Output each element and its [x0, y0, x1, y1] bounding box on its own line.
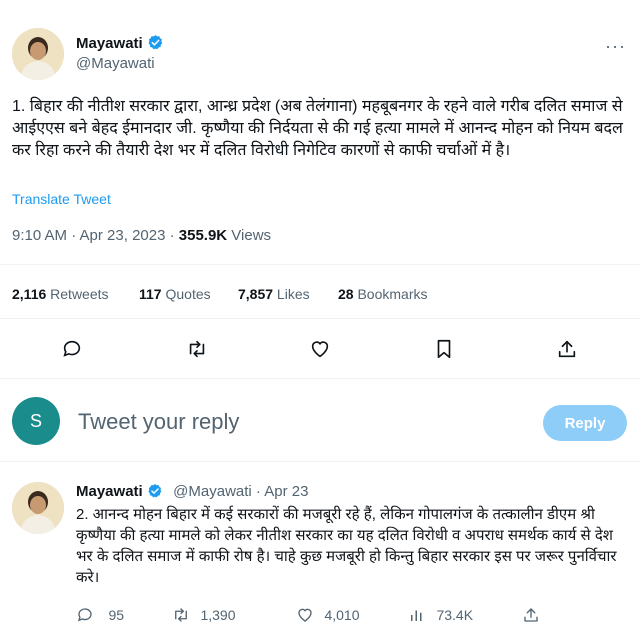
reply-likes-count: 4,010 [324, 607, 360, 623]
author-name[interactable]: Mayawati [76, 35, 143, 52]
reply-input[interactable]: Tweet your reply [78, 409, 239, 435]
author-avatar-image [12, 28, 64, 80]
reply-author-avatar-image [12, 482, 64, 534]
views-label: Views [227, 227, 272, 244]
reply-retweets-count: 1,390 [200, 607, 236, 623]
tweet-timestamp-row: 9:10 AM · Apr 23, 2023 · 355.9K Views [12, 227, 271, 244]
like-icon [298, 608, 312, 622]
retweets-stat[interactable]: 2,116 Retweets [12, 286, 109, 302]
reply-author-handle-date[interactable]: @Mayawati · Apr 23 [173, 483, 308, 500]
likes-label: Likes [273, 286, 310, 302]
author-handle[interactable]: @Mayawati [76, 55, 155, 72]
verified-badge-icon [147, 483, 163, 504]
more-icon[interactable]: ··· [605, 36, 626, 57]
retweet-icon [175, 608, 187, 622]
verified-badge-icon [147, 34, 164, 56]
retweet-icon[interactable] [186, 338, 208, 365]
views-count: 355.9K [178, 227, 228, 244]
like-icon[interactable] [309, 338, 331, 365]
reply-author-avatar[interactable] [12, 482, 64, 534]
reply-replies-count: 95 [108, 607, 125, 623]
bookmark-icon[interactable] [433, 338, 455, 365]
divider [0, 378, 640, 379]
tweet-time[interactable]: 9:10 AM · Apr 23, 2023 · [12, 227, 179, 244]
reply-tweet-text: 2. आनन्द मोहन बिहार में कई सरकारों की मज… [76, 506, 617, 586]
bookmarks-count: 28 [338, 286, 354, 302]
reply-views-action[interactable]: 73.4K [408, 606, 473, 625]
bookmarks-stat[interactable]: 28 Bookmarks [338, 286, 428, 302]
reply-button[interactable]: Reply [543, 405, 627, 441]
share-icon[interactable] [556, 338, 578, 365]
likes-stat[interactable]: 7,857 Likes [238, 286, 310, 302]
translate-tweet-link[interactable]: Translate Tweet [12, 191, 111, 207]
tweet-text: 1. बिहार की नीतीश सरकार द्वारा, आन्ध्र प… [12, 98, 623, 159]
likes-count: 7,857 [238, 286, 274, 302]
views-icon [411, 610, 422, 621]
author-name-row: Mayawati [76, 34, 164, 56]
author-avatar[interactable] [12, 28, 64, 80]
divider [0, 318, 640, 319]
quotes-count: 117 [139, 286, 162, 302]
reply-likes-action[interactable]: 4,010 [296, 606, 360, 625]
reply-user-avatar[interactable]: S [12, 397, 60, 445]
bookmarks-label: Bookmarks [353, 286, 428, 302]
reply-views-count: 73.4K [436, 607, 474, 623]
reply-icon[interactable] [61, 338, 83, 365]
reply-author-row: Mayawati @Mayawati · Apr 23 [76, 483, 308, 504]
reply-retweets-action[interactable]: 1,390 [172, 606, 236, 625]
reply-icon [77, 608, 92, 622]
retweets-count: 2,116 [12, 286, 47, 302]
quotes-stat[interactable]: 117 Quotes [139, 286, 211, 302]
quotes-label: Quotes [161, 286, 211, 302]
reply-author-name[interactable]: Mayawati [76, 483, 143, 500]
share-icon[interactable] [522, 606, 540, 629]
retweets-label: Retweets [46, 286, 109, 302]
divider [0, 264, 640, 265]
divider [0, 461, 640, 462]
